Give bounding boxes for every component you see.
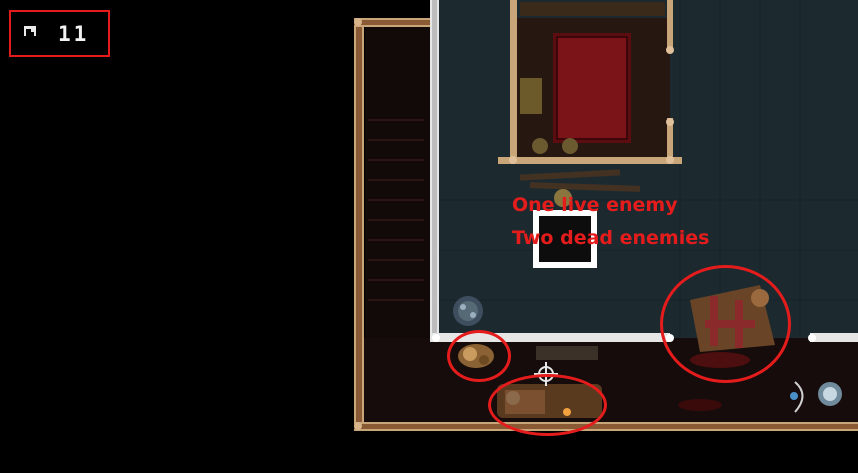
highlight-circle-live-enemy [447, 330, 511, 382]
annotation-dead-enemies: Two dead enemies [512, 227, 710, 249]
hud-counter-box: 11 [9, 10, 110, 57]
ammo-count: 11 [58, 22, 90, 46]
game-map [0, 0, 858, 473]
upper-room [498, 0, 682, 164]
barrel [453, 296, 483, 326]
highlight-circle-dead-enemy-right [660, 265, 791, 383]
highlight-circle-dead-enemy-bottom [488, 374, 607, 436]
mailbox-icon [24, 26, 36, 36]
annotation-live-enemy: One live enemy [512, 194, 678, 216]
